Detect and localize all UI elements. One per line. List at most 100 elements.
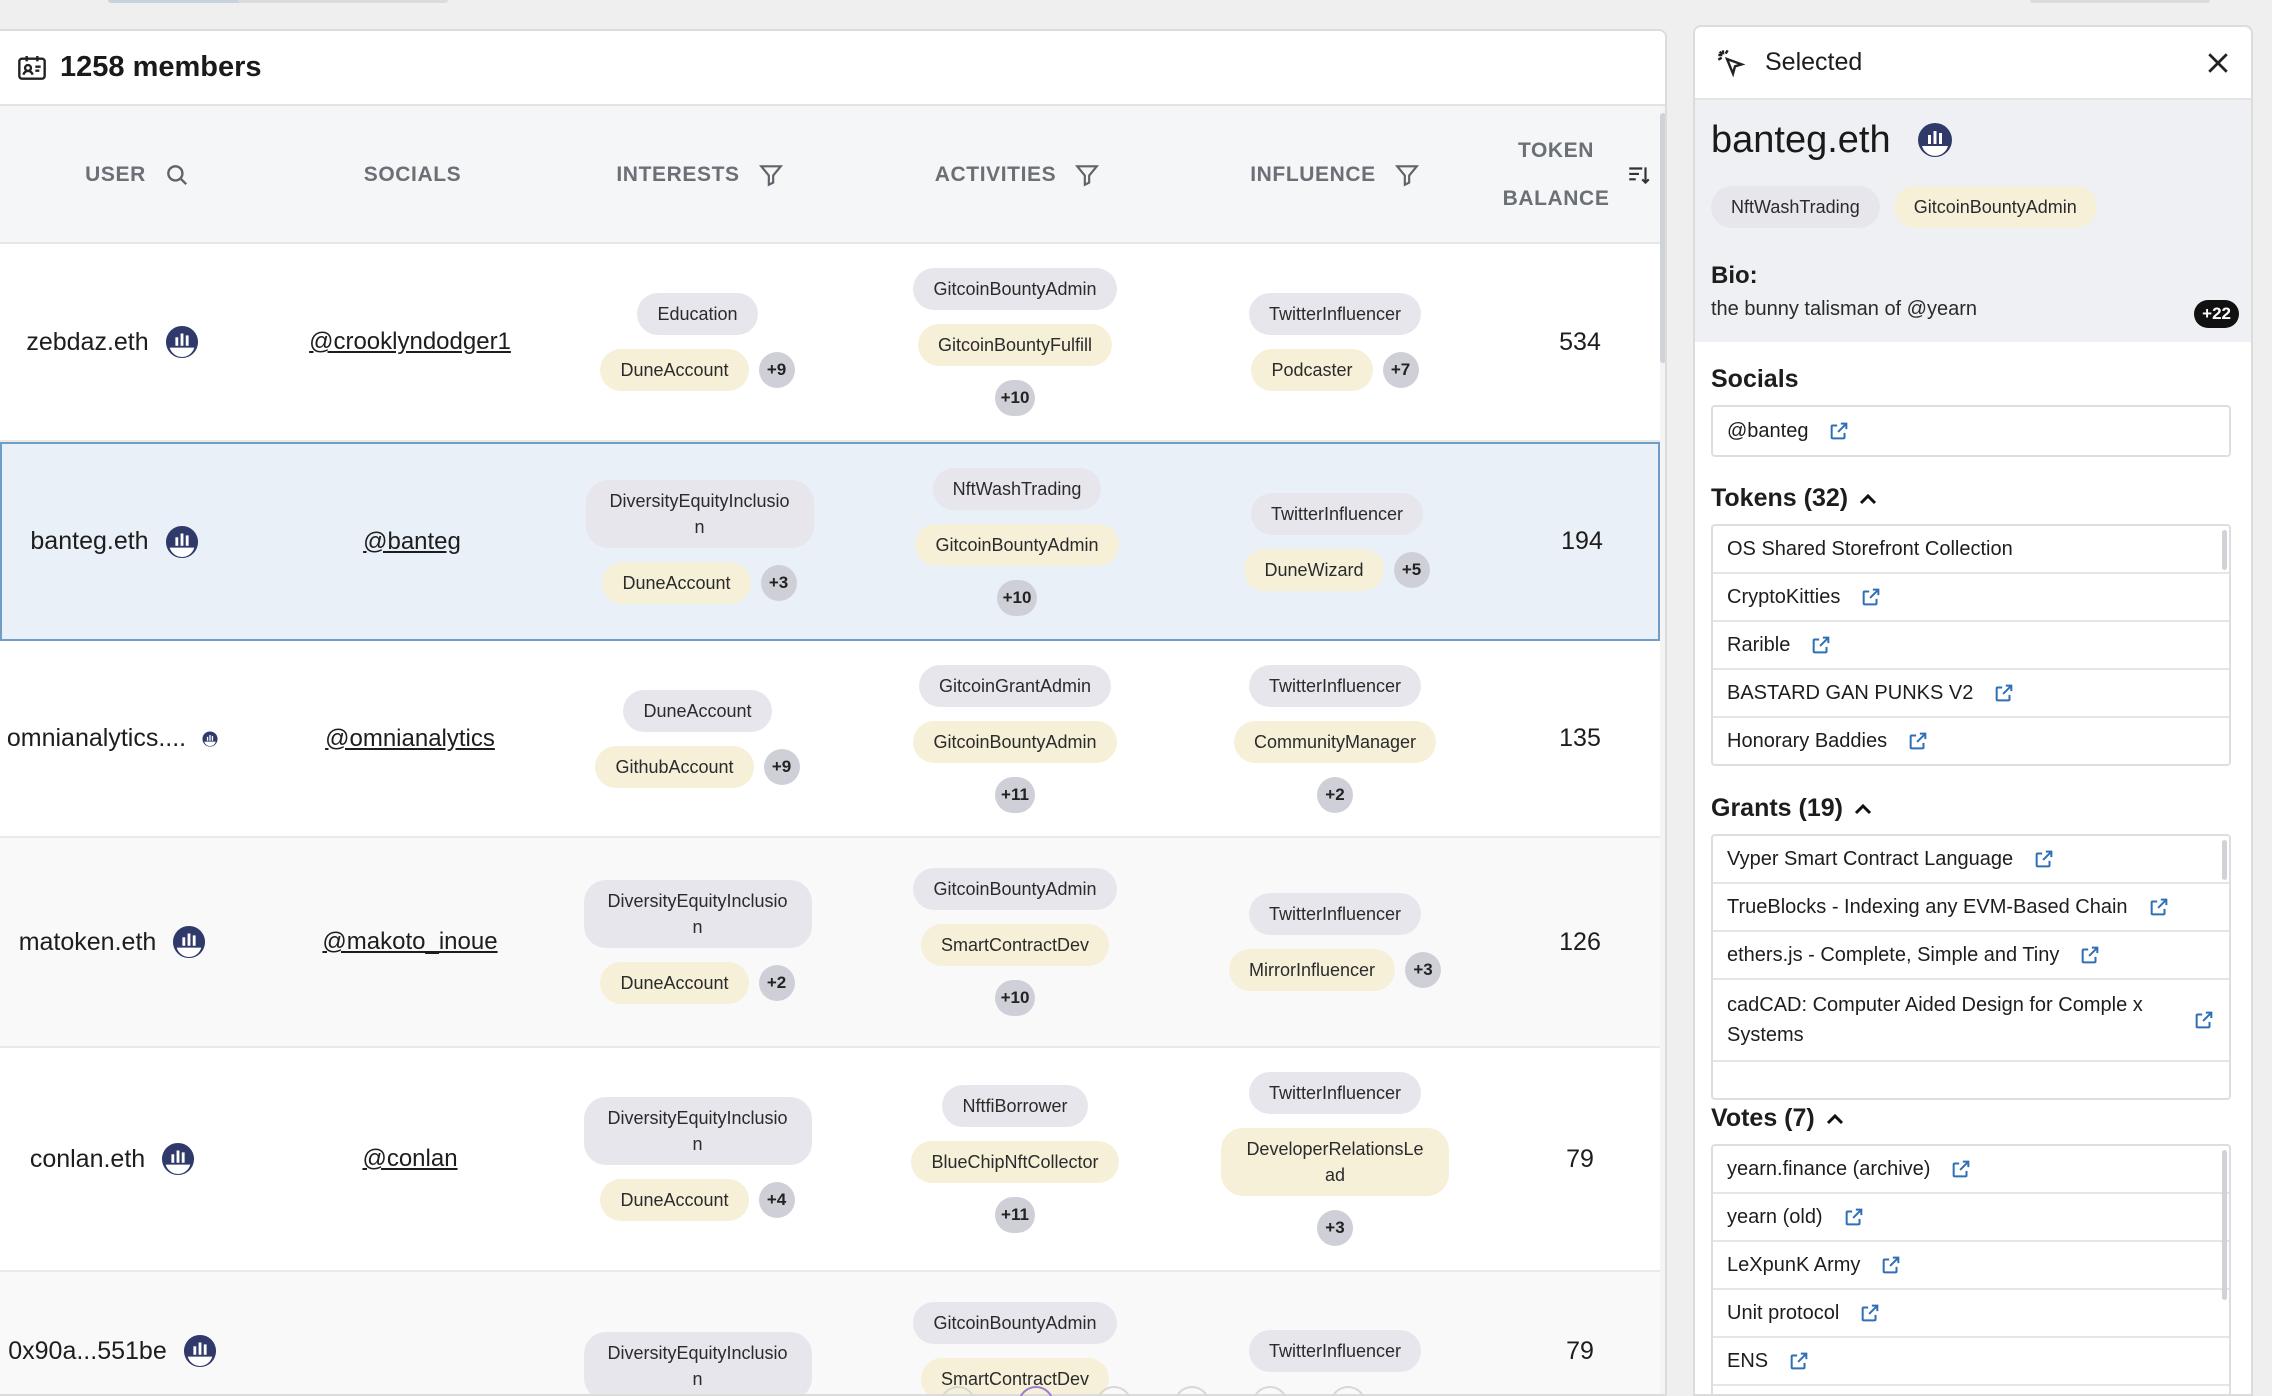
dune-chart-icon[interactable] — [172, 925, 206, 959]
user-name[interactable]: banteg.eth — [30, 527, 148, 556]
token-item[interactable]: OS Shared Storefront Collection — [1713, 526, 2229, 574]
tag-chip[interactable]: DuneAccount — [623, 689, 772, 732]
tag-chip[interactable]: DiversityEquityInclusio n — [583, 880, 812, 948]
table-row[interactable]: zebdaz.eth @crooklyndodger1 Education DuneA… — [0, 244, 1660, 442]
col-user-header[interactable]: USER — [0, 106, 275, 244]
filter-icon[interactable] — [758, 162, 784, 188]
tag-chip[interactable]: TwitterInfluencer — [1248, 293, 1422, 335]
more-tags-badge[interactable]: +9 — [763, 748, 800, 785]
chevron-up-icon[interactable] — [1858, 492, 1878, 506]
vote-item[interactable]: Unit protocol — [1713, 1290, 2229, 1338]
tag-chip[interactable]: TwitterInfluencer — [1250, 492, 1424, 535]
external-link-icon[interactable] — [1907, 730, 1929, 752]
page-button[interactable] — [1252, 1386, 1288, 1396]
page-button-active[interactable] — [1018, 1386, 1054, 1396]
dune-chart-icon[interactable] — [165, 525, 199, 559]
chevron-up-icon[interactable] — [1825, 1112, 1845, 1126]
external-link-icon[interactable] — [1993, 682, 2015, 704]
dune-chart-icon[interactable] — [202, 730, 218, 747]
more-tags-badge[interactable]: +10 — [996, 579, 1038, 616]
tag-chip[interactable]: TwitterInfluencer — [1248, 1072, 1422, 1114]
external-link-icon[interactable] — [1828, 420, 1850, 442]
user-name[interactable]: zebdaz.eth — [26, 328, 148, 357]
more-tags-badge[interactable]: +10 — [994, 980, 1036, 1016]
tag-chip[interactable]: GitcoinBountyAdmin — [913, 268, 1117, 310]
page-button[interactable] — [1096, 1386, 1132, 1396]
grant-item[interactable]: ethers.js - Complete, Simple and Tiny — [1713, 932, 2229, 980]
tag-chip[interactable]: DuneWizard — [1244, 548, 1384, 591]
filter-icon[interactable] — [1074, 162, 1100, 188]
grant-item[interactable]: cadCAD: Computer Aided Design for Comple… — [1713, 980, 2229, 1062]
external-link-icon[interactable] — [2033, 848, 2055, 870]
tag-chip[interactable]: GitcoinBountyAdmin — [913, 1302, 1117, 1344]
tag-chip[interactable]: TwitterInfluencer — [1248, 664, 1422, 707]
tag-chip[interactable]: NftfiBorrower — [942, 1085, 1088, 1127]
vote-item[interactable]: ENS — [1713, 1338, 2229, 1386]
search-icon[interactable] — [164, 162, 190, 188]
dune-chart-icon[interactable] — [1917, 122, 1953, 158]
external-link-icon[interactable] — [1950, 1158, 1972, 1180]
tag-chip[interactable]: GitcoinBountyFulfill — [917, 324, 1113, 366]
col-interests-header[interactable]: INTERESTS — [560, 106, 840, 244]
external-link-icon[interactable] — [1788, 1350, 1810, 1372]
external-link-icon[interactable] — [2148, 896, 2170, 918]
votes-section-title[interactable]: Votes (7) — [1711, 1104, 1845, 1133]
col-token-balance-header[interactable]: TOKEN BALANCE — [1500, 106, 1612, 244]
tag-chip[interactable]: Education — [637, 293, 758, 335]
more-tags-badge[interactable]: +3 — [760, 564, 797, 601]
tag-chip[interactable]: DiversityEquityInclusio n — [585, 479, 814, 548]
page-button[interactable] — [940, 1386, 976, 1396]
table-row[interactable]: omnianalytics.... @omnianalytics DuneAccou… — [0, 641, 1660, 838]
table-row[interactable]: matoken.eth @makoto_inoue DiversityEquityI… — [0, 838, 1660, 1048]
user-name[interactable]: matoken.eth — [19, 928, 157, 957]
tag-chip[interactable]: BlueChipNftCollector — [911, 1141, 1119, 1183]
grant-item[interactable]: TrueBlocks - Indexing any EVM-Based Chai… — [1713, 884, 2229, 932]
tag-chip[interactable]: GithubAccount — [595, 745, 754, 788]
vote-item[interactable]: yearn (old) — [1713, 1194, 2229, 1242]
token-item[interactable]: Rarible — [1713, 622, 2229, 670]
col-activities-header[interactable]: ACTIVITIES — [880, 106, 1155, 244]
tag-chip[interactable]: GitcoinGrantAdmin — [918, 664, 1112, 707]
grants-section-title[interactable]: Grants (19) — [1711, 794, 1873, 823]
external-link-icon[interactable] — [1859, 1302, 1881, 1324]
external-link-icon[interactable] — [1810, 634, 1832, 656]
table-row[interactable]: 0x90a...551be DiversityEquityInclusio n Gi… — [0, 1272, 1660, 1394]
vote-item[interactable]: yearn.finance (archive) — [1713, 1146, 2229, 1194]
table-row[interactable]: conlan.eth @conlan DiversityEquityInclusio… — [0, 1048, 1660, 1272]
grant-item[interactable]: Vyper Smart Contract Language — [1713, 836, 2229, 884]
vote-item[interactable]: LeXpunK Army — [1713, 1242, 2229, 1290]
tokens-section-title[interactable]: Tokens (32) — [1711, 484, 1878, 513]
table-scrollbar-thumb[interactable] — [1660, 113, 1665, 363]
tag-chip[interactable]: CommunityManager — [1233, 720, 1437, 763]
more-tags-badge[interactable]: +7 — [1382, 352, 1419, 388]
social-link[interactable]: @conlan — [362, 1145, 457, 1173]
external-link-icon[interactable] — [2079, 944, 2101, 966]
external-link-icon[interactable] — [2193, 1009, 2215, 1031]
col-influence-header[interactable]: INFLUENCE — [1190, 106, 1480, 244]
user-name[interactable]: conlan.eth — [30, 1145, 145, 1174]
tag-chip[interactable]: DuneAccount — [600, 1179, 749, 1221]
profile-tag[interactable]: GitcoinBountyAdmin — [1893, 186, 2097, 228]
tag-chip[interactable]: DuneAccount — [600, 962, 749, 1004]
external-link-icon[interactable] — [1880, 1254, 1902, 1276]
social-link[interactable]: @banteg — [363, 528, 461, 556]
dune-chart-icon[interactable] — [183, 1334, 217, 1368]
tag-chip[interactable]: DuneAccount — [600, 349, 749, 391]
dune-chart-icon[interactable] — [161, 1142, 195, 1176]
more-tags-badge[interactable]: +11 — [995, 776, 1035, 813]
tag-chip[interactable]: DuneAccount — [602, 561, 751, 604]
external-link-icon[interactable] — [1843, 1206, 1865, 1228]
grants-scrollbar[interactable] — [2222, 840, 2227, 880]
more-tags-badge[interactable]: +3 — [1317, 1210, 1353, 1246]
tag-chip[interactable]: GitcoinBountyAdmin — [915, 523, 1119, 566]
more-tags-badge[interactable]: +2 — [758, 965, 795, 1001]
social-link-item[interactable]: @banteg — [1713, 407, 2229, 455]
table-row[interactable]: banteg.eth @banteg DiversityEquityInclusio… — [0, 442, 1660, 641]
filter-icon[interactable] — [1394, 162, 1420, 188]
profile-tag[interactable]: NftWashTrading — [1711, 186, 1880, 228]
social-link[interactable]: @makoto_inoue — [322, 928, 497, 956]
close-icon[interactable] — [2203, 48, 2233, 78]
external-link-icon[interactable] — [1860, 586, 1882, 608]
more-tags-badge[interactable]: +5 — [1393, 551, 1430, 588]
user-name[interactable]: omnianalytics.... — [7, 724, 186, 753]
